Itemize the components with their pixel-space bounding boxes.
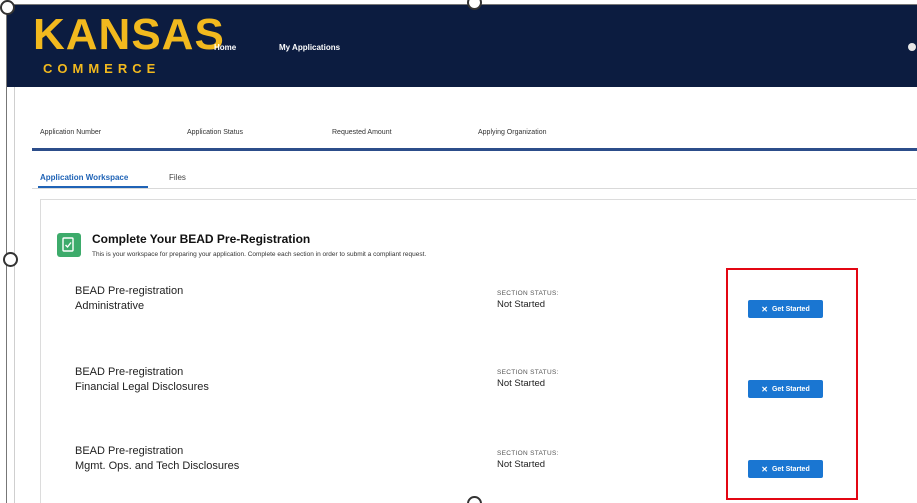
checklist-icon xyxy=(57,233,81,257)
resize-handle[interactable] xyxy=(3,252,18,267)
application-number-label: Application Number xyxy=(40,129,102,136)
applying-organization-label: Applying Organization xyxy=(478,129,547,136)
tab-application-workspace[interactable]: Application Workspace xyxy=(40,173,128,182)
card-subtitle: This is your workspace for preparing you… xyxy=(92,251,427,258)
section-name: BEAD Pre-registration Administrative xyxy=(75,284,183,314)
nav-home-link[interactable]: Home xyxy=(214,43,236,52)
section-name-line1: BEAD Pre-registration xyxy=(75,366,184,378)
header-divider xyxy=(32,148,917,151)
card-title: Complete Your BEAD Pre-Registration xyxy=(92,232,311,246)
section-status-value: Not Started xyxy=(497,459,546,470)
highlight-box xyxy=(726,268,858,500)
logo-sub-text: COMMERCE xyxy=(43,61,161,76)
tab-files[interactable]: Files xyxy=(169,173,186,182)
section-name-line2: Mgmt. Ops. and Tech Disclosures xyxy=(75,460,240,472)
top-navigation-bar: KANSAS COMMERCE Home My Applications xyxy=(7,5,917,87)
requested-amount-label: Requested Amount xyxy=(332,129,392,136)
section-name-line1: BEAD Pre-registration xyxy=(75,445,184,457)
section-status-label: SECTION STATUS: xyxy=(497,290,559,297)
section-name-line1: BEAD Pre-registration xyxy=(75,285,184,297)
application-status-label: Application Status xyxy=(187,129,244,136)
left-divider xyxy=(14,87,15,503)
section-status-value: Not Started xyxy=(497,299,546,310)
section-name: BEAD Pre-registration Mgmt. Ops. and Tec… xyxy=(75,444,239,474)
section-status-label: SECTION STATUS: xyxy=(497,369,559,376)
section-status-value: Not Started xyxy=(497,378,546,389)
section-name: BEAD Pre-registration Financial Legal Di… xyxy=(75,365,209,395)
section-status-label: SECTION STATUS: xyxy=(497,450,559,457)
section-name-line2: Financial Legal Disclosures xyxy=(75,381,209,393)
resize-handle[interactable] xyxy=(0,0,15,15)
section-name-line2: Administrative xyxy=(75,300,145,312)
user-avatar-icon[interactable] xyxy=(908,43,916,51)
kansas-commerce-logo[interactable]: KANSAS COMMERCE xyxy=(33,10,225,77)
logo-main-text: KANSAS xyxy=(33,10,225,59)
tab-divider xyxy=(32,188,917,189)
nav-my-applications-link[interactable]: My Applications xyxy=(279,43,340,52)
